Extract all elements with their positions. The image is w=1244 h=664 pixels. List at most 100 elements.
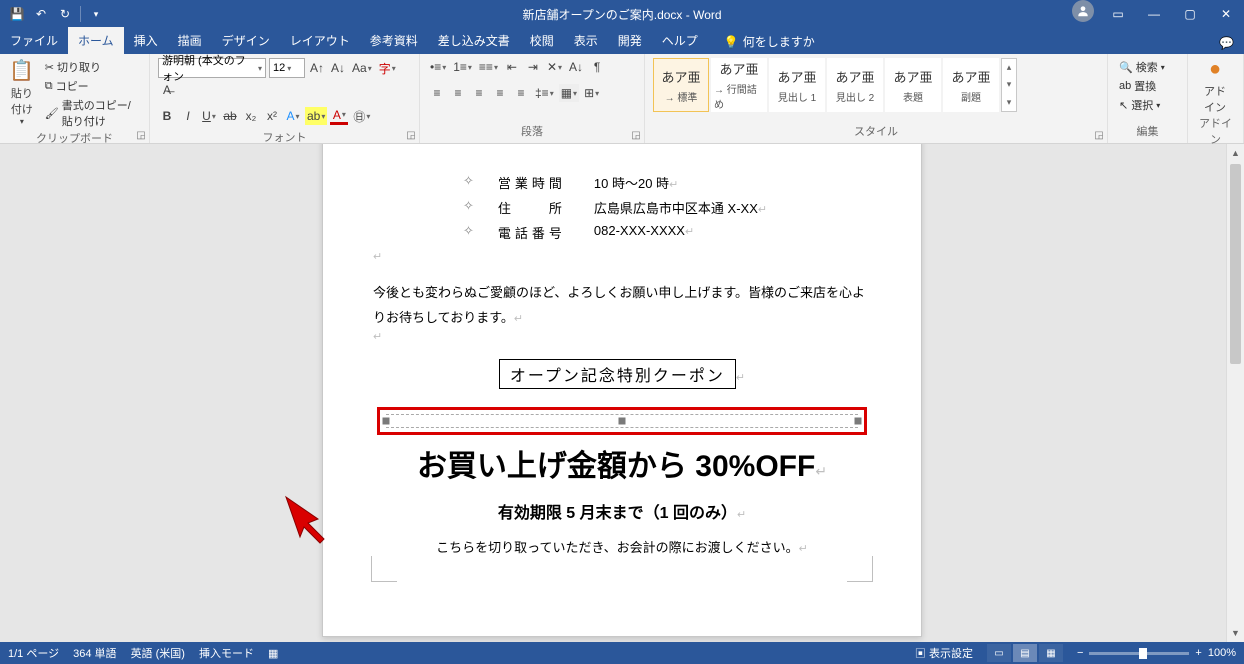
resize-handle-center[interactable] [619, 418, 626, 425]
paragraph-launcher-icon[interactable]: ◲ [630, 129, 642, 141]
justify-icon[interactable]: ≡ [491, 84, 509, 102]
view-read-icon[interactable]: ▭ [987, 644, 1011, 662]
tell-me-search[interactable]: 💡 何をしますか [716, 29, 823, 54]
borders-icon[interactable]: ⊞ [582, 84, 601, 102]
addin-label: アド イン [1204, 86, 1226, 114]
show-marks-icon[interactable]: ¶ [588, 58, 606, 76]
tab-layout[interactable]: レイアウト [280, 27, 360, 54]
maximize-icon[interactable]: ▢ [1172, 0, 1208, 28]
styles-launcher-icon[interactable]: ◲ [1093, 129, 1105, 141]
text-effects-icon[interactable]: A [284, 107, 302, 125]
tab-review[interactable]: 校閲 [520, 27, 564, 54]
status-mode[interactable]: 挿入モード [199, 645, 254, 661]
user-avatar-icon[interactable] [1072, 0, 1094, 22]
document-area[interactable]: ✧営業時間10 時～20 時↵ ✧住 所広島県広島市中区本通 X-XX↵ ✧電話… [0, 144, 1244, 642]
tab-developer[interactable]: 開発 [608, 27, 652, 54]
zoom-in-icon[interactable]: + [1195, 647, 1201, 659]
undo-icon[interactable]: ↶ [30, 3, 52, 25]
status-words[interactable]: 364 単語 [73, 645, 116, 661]
resize-handle-right[interactable] [855, 418, 862, 425]
bullets-icon[interactable]: •≡ [428, 58, 448, 76]
style-title[interactable]: あア亜表題 [885, 58, 941, 112]
underline-icon[interactable]: U [200, 107, 218, 125]
enclose-char-icon[interactable]: ㊐ [351, 107, 372, 125]
superscript-icon[interactable]: x² [263, 107, 281, 125]
ribbon: 📋貼り付け▾ ✂切り取り ⧉コピー 🖌書式のコピー/貼り付け クリップボード ◲… [0, 54, 1244, 144]
scroll-thumb[interactable] [1230, 164, 1241, 364]
shrink-font-icon[interactable]: A↓ [329, 59, 347, 77]
multilevel-icon[interactable]: ≡≡ [477, 58, 500, 76]
format-painter-button[interactable]: 🖌書式のコピー/貼り付け [42, 96, 141, 130]
distribute-icon[interactable]: ≡ [512, 84, 530, 102]
horizontal-line-object[interactable] [386, 414, 858, 428]
select-button[interactable]: ↖選択▾ [1116, 96, 1168, 114]
vertical-scrollbar[interactable]: ▲ ▼ [1226, 144, 1244, 642]
view-web-icon[interactable]: ▦ [1039, 644, 1063, 662]
qat-customize-icon[interactable]: ▾ [85, 3, 107, 25]
grow-font-icon[interactable]: A↑ [308, 59, 326, 77]
style-no-spacing[interactable]: あア亜→ 行間詰め [711, 58, 767, 112]
addin-button[interactable]: ●アド イン [1196, 58, 1234, 115]
indent-increase-icon[interactable]: ⇥ [524, 58, 542, 76]
tab-draw[interactable]: 描画 [168, 27, 212, 54]
highlight-icon[interactable]: ab [305, 107, 327, 125]
style-gallery-more[interactable]: ▴▾▾ [1001, 58, 1017, 112]
italic-icon[interactable]: I [179, 107, 197, 125]
numbering-icon[interactable]: 1≡ [451, 58, 474, 76]
subscript-icon[interactable]: x₂ [242, 107, 260, 125]
sort-icon[interactable]: A↓ [567, 58, 585, 76]
font-launcher-icon[interactable]: ◲ [405, 129, 417, 141]
style-heading2[interactable]: あア亜見出し 2 [827, 58, 883, 112]
style-heading1[interactable]: あア亜見出し 1 [769, 58, 825, 112]
scroll-up-icon[interactable]: ▲ [1227, 144, 1244, 162]
comments-icon[interactable]: 💬 [1219, 36, 1234, 50]
tab-mailings[interactable]: 差し込み文書 [428, 27, 520, 54]
zoom-slider[interactable] [1089, 652, 1189, 655]
tab-file[interactable]: ファイル [0, 27, 68, 54]
cut-button[interactable]: ✂切り取り [42, 58, 141, 76]
shading-icon[interactable]: ▦ [559, 84, 579, 102]
line-spacing-icon[interactable]: ‡≡ [533, 84, 556, 102]
macro-record-icon[interactable]: ▦ [268, 647, 278, 660]
zoom-value[interactable]: 100% [1208, 647, 1236, 659]
replace-button[interactable]: ab置換 [1116, 77, 1168, 95]
tab-references[interactable]: 参考資料 [360, 27, 428, 54]
tab-insert[interactable]: 挿入 [124, 27, 168, 54]
bold-icon[interactable]: B [158, 107, 176, 125]
align-right-icon[interactable]: ≡ [470, 84, 488, 102]
minimize-icon[interactable]: ― [1136, 0, 1172, 28]
tab-design[interactable]: デザイン [212, 27, 280, 54]
copy-button[interactable]: ⧉コピー [42, 77, 141, 95]
align-center-icon[interactable]: ≡ [449, 84, 467, 102]
tab-home[interactable]: ホーム [68, 27, 124, 54]
tab-help[interactable]: ヘルプ [652, 27, 708, 54]
status-language[interactable]: 英語 (米国) [131, 645, 185, 661]
zoom-out-icon[interactable]: − [1077, 647, 1083, 659]
redo-icon[interactable]: ↻ [54, 3, 76, 25]
strike-icon[interactable]: ab [221, 107, 239, 125]
close-icon[interactable]: ✕ [1208, 0, 1244, 28]
scroll-down-icon[interactable]: ▼ [1227, 624, 1244, 642]
font-size-combo[interactable]: 12▾ [269, 58, 305, 78]
style-normal[interactable]: あア亜→ 標準 [653, 58, 709, 112]
tab-view[interactable]: 表示 [564, 27, 608, 54]
change-case-icon[interactable]: Aa [350, 59, 374, 77]
zoom-knob[interactable] [1139, 648, 1147, 659]
status-page[interactable]: 1/1 ページ [8, 645, 59, 661]
ribbon-display-icon[interactable]: ▭ [1100, 0, 1136, 28]
resize-handle-left[interactable] [383, 418, 390, 425]
clipboard-launcher-icon[interactable]: ◲ [135, 129, 147, 141]
indent-decrease-icon[interactable]: ⇤ [503, 58, 521, 76]
paste-button[interactable]: 📋貼り付け▾ [8, 58, 36, 126]
clear-format-icon[interactable]: A̶ [158, 81, 176, 99]
font-color-icon[interactable]: A [330, 107, 348, 125]
align-left-icon[interactable]: ≡ [428, 84, 446, 102]
text-direction-icon[interactable]: ✕ [545, 58, 564, 76]
view-print-icon[interactable]: ▤ [1013, 644, 1037, 662]
font-name-combo[interactable]: 游明朝 (本文のフォン▾ [158, 58, 266, 78]
find-button[interactable]: 🔍検索▾ [1116, 58, 1168, 76]
style-subtitle[interactable]: あア亜副題 [943, 58, 999, 112]
save-icon[interactable]: 💾 [6, 3, 28, 25]
display-settings[interactable]: ▣ 表示設定 [915, 645, 973, 661]
phonetic-guide-icon[interactable]: 字 [377, 59, 398, 77]
